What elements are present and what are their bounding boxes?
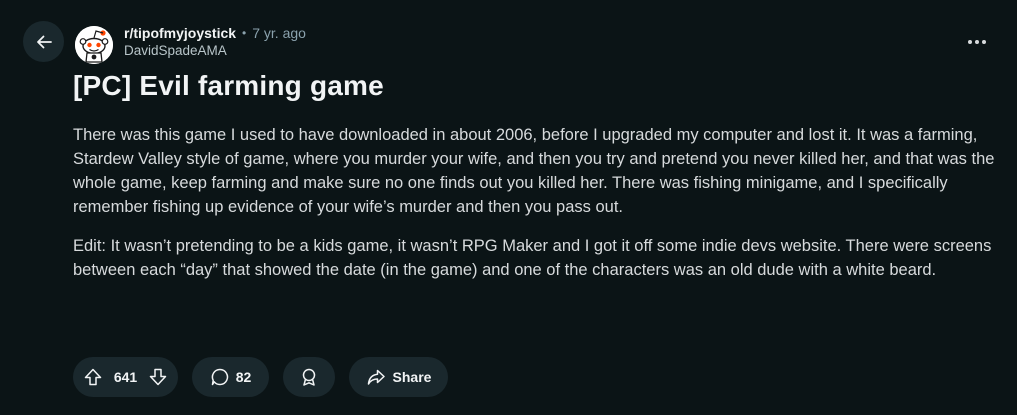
more-options-button[interactable] (962, 30, 992, 54)
author-link[interactable]: DavidSpadeAMA (124, 42, 306, 60)
comment-bubble-icon (210, 367, 230, 387)
share-label: Share (392, 369, 432, 385)
downvote-arrow-icon (148, 367, 168, 387)
back-button[interactable] (23, 21, 64, 62)
share-button[interactable]: Share (349, 357, 448, 397)
comments-button[interactable]: 82 (192, 357, 269, 397)
subreddit-link[interactable]: r/tipofmyjoystick (124, 24, 236, 42)
comment-count: 82 (235, 369, 252, 385)
snoo-avatar-icon (75, 26, 113, 64)
upvote-arrow-icon (83, 367, 103, 387)
share-arrow-icon (366, 367, 386, 387)
more-horizontal-icon (967, 39, 987, 45)
post-meta-row: r/tipofmyjoystick • 7 yr. ago (124, 24, 306, 42)
post-paragraph: There was this game I used to have downl… (73, 126, 995, 216)
post-meta: r/tipofmyjoystick • 7 yr. ago DavidSpade… (124, 24, 306, 60)
post-paragraph: Edit: It wasn’t pretending to be a kids … (73, 237, 992, 279)
upvote-count: 641 (113, 369, 138, 385)
subreddit-avatar[interactable] (75, 26, 113, 64)
upvote-button[interactable] (83, 367, 103, 387)
vote-control: 641 (73, 357, 178, 397)
award-ribbon-icon (299, 367, 319, 387)
meta-separator: • (242, 26, 247, 40)
action-bar: 641 82 Share (73, 357, 448, 397)
arrow-left-icon (34, 32, 54, 52)
post-age: 7 yr. ago (252, 25, 306, 41)
award-button[interactable] (283, 357, 335, 397)
post-title: [PC] Evil farming game (73, 70, 384, 101)
downvote-button[interactable] (148, 367, 168, 387)
post-body: There was this game I used to have downl… (73, 123, 1003, 297)
